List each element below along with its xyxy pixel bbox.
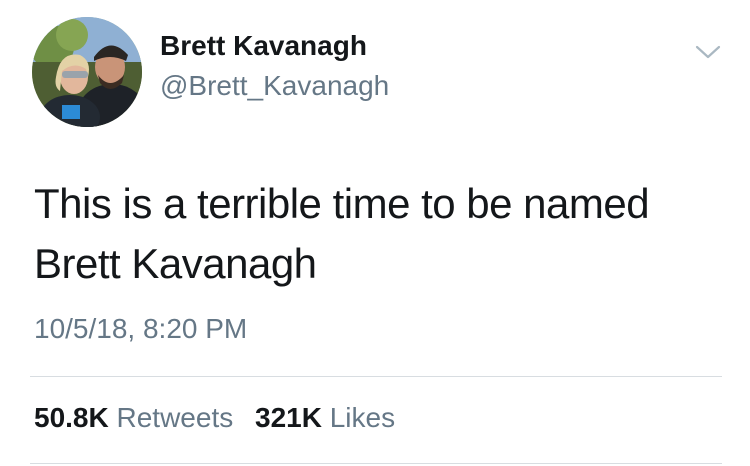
avatar-photo: [32, 17, 142, 127]
user-handle[interactable]: @Brett_Kavanagh: [160, 70, 389, 102]
chevron-down-icon[interactable]: [693, 40, 723, 64]
divider: [30, 376, 722, 377]
likes-count: 321K: [255, 402, 322, 433]
divider: [30, 463, 722, 464]
tweet-timestamp[interactable]: 10/5/18, 8:20 PM: [34, 313, 247, 345]
likes-stat[interactable]: 321K Likes: [255, 402, 395, 434]
tweet-text: This is a terrible time to be named Bret…: [34, 180, 650, 287]
retweets-count: 50.8K: [34, 402, 109, 433]
retweets-stat[interactable]: 50.8K Retweets: [34, 402, 233, 434]
avatar[interactable]: [32, 17, 142, 127]
tweet-stats: 50.8K Retweets 321K Likes: [34, 402, 409, 434]
tweet-card: Brett Kavanagh @Brett_Kavanagh This is a…: [0, 0, 750, 466]
likes-label: Likes: [329, 402, 396, 433]
retweets-label: Retweets: [116, 402, 234, 433]
display-name[interactable]: Brett Kavanagh: [160, 30, 367, 62]
